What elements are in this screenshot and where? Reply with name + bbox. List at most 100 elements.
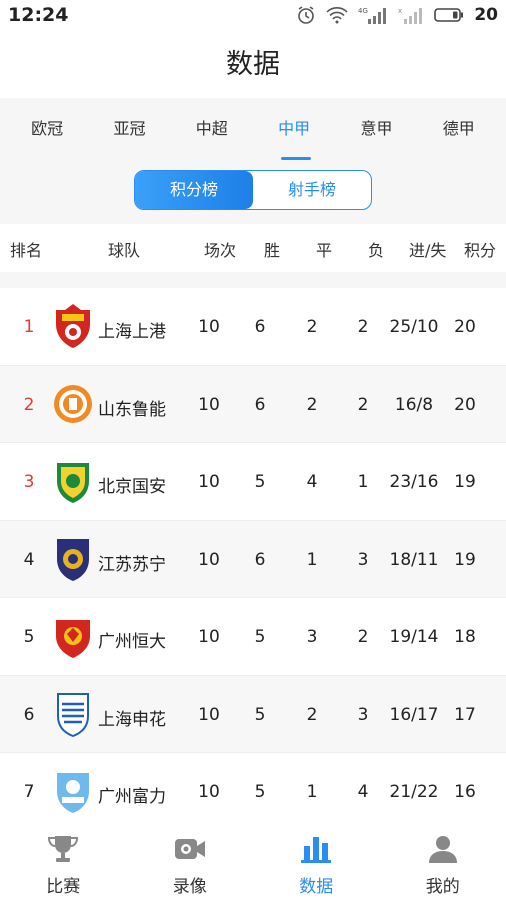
table-row[interactable]: 3 北京国安 10 5 4 1 23/16 19 [0,443,506,521]
header-loss: 负 [368,241,385,260]
row-draw: 1 [306,782,318,802]
row-draw: 2 [306,394,318,415]
wifi-icon [326,7,348,24]
row-team: 广州富力 [98,787,166,807]
row-draw: 3 [306,627,318,647]
status-bar: 12:24 4G x 20 [0,0,506,32]
row-goals: 16/8 [394,394,434,415]
nav-video[interactable]: 录像 [127,824,254,900]
nav-video-label: 录像 [172,877,207,897]
row-team: 上海上港 [98,322,166,342]
shanghai-sipg-logo-icon [56,304,90,348]
guangzhou-evergrande-logo-icon [56,620,90,658]
nav-match-label: 比赛 [46,877,81,897]
header-played: 场次 [204,241,237,260]
row-win: 5 [254,472,266,492]
standings-segment[interactable]: 积分榜 [135,171,253,209]
nav-match[interactable]: 比赛 [0,824,127,900]
row-loss: 3 [357,704,369,725]
row-points: 20 [454,317,476,337]
tab-acl[interactable]: 亚冠 [99,98,159,164]
status-time: 12:24 [8,4,69,26]
row-loss: 2 [357,317,369,337]
row-team: 北京国安 [98,477,166,497]
tab-serie-a[interactable]: 意甲 [346,98,406,164]
row-team: 广州恒大 [98,632,166,652]
alarm-icon [298,6,315,24]
row-goals: 21/22 [389,782,439,802]
row-goals: 16/17 [389,704,439,725]
row-played: 10 [198,627,220,647]
row-team: 江苏苏宁 [98,554,166,575]
tab-china-league-one[interactable]: 中甲 [264,98,324,164]
jiangsu-suning-logo-icon [57,538,89,581]
row-points: 19 [454,549,476,570]
table-row[interactable]: 7 广州富力 10 5 1 4 21/22 16 [0,753,506,831]
page-title: 数据 [226,49,280,80]
row-draw: 2 [306,317,318,337]
status-icons: 4G x 20 [296,5,498,25]
user-icon [428,836,457,863]
row-win: 5 [254,782,266,802]
row-loss: 2 [357,627,369,647]
row-loss: 3 [357,549,369,570]
row-loss: 2 [357,394,369,415]
header-team: 球队 [108,241,141,260]
standings-scorers-toggle: 积分榜 射手榜 [134,170,372,210]
row-points: 17 [454,704,476,725]
row-points: 20 [454,394,476,415]
standings-table: 1 上海上港 10 6 2 2 25/10 20 2 山东鲁能 10 6 2 2… [0,288,506,831]
battery-level: 20 [474,5,498,25]
row-played: 10 [198,394,220,415]
shandong-luneng-logo-icon [54,384,92,423]
row-played: 10 [198,549,220,570]
header-points: 积分 [464,241,497,260]
table-row[interactable]: 5 广州恒大 10 5 3 2 19/14 18 [0,598,506,676]
row-draw: 4 [306,472,318,492]
tab-csl[interactable]: 中超 [182,98,242,164]
table-row[interactable]: 4 江苏苏宁 10 6 1 3 18/11 19 [0,520,506,598]
header-win: 胜 [264,241,281,260]
row-goals: 25/10 [389,317,439,337]
row-rank: 4 [23,549,35,570]
row-played: 10 [198,704,220,725]
table-row[interactable]: 2 山东鲁能 10 6 2 2 16/8 20 [0,365,506,443]
row-rank: 5 [23,627,35,647]
table-row[interactable]: 6 上海申花 10 5 2 3 16/17 17 [0,675,506,753]
row-rank: 6 [23,704,35,725]
nav-data[interactable]: 数据 [253,824,380,900]
row-draw: 1 [306,549,318,570]
signal-empty-icon: x [398,7,423,24]
scorers-segment[interactable]: 射手榜 [253,171,371,209]
header-goals: 进/失 [409,241,447,260]
row-win: 6 [254,549,266,570]
row-played: 10 [198,782,220,802]
row-win: 5 [254,704,266,725]
row-rank: 7 [23,782,35,802]
nav-mine-label: 我的 [425,877,460,897]
nav-mine[interactable]: 我的 [380,824,506,900]
table-header: 排名 球队 场次 胜 平 负 进/失 积分 [0,224,506,272]
row-goals: 19/14 [389,627,439,647]
league-tabs: 欧冠 亚冠 中超 中甲 意甲 德甲 [0,98,506,164]
tab-bundesliga[interactable]: 德甲 [429,98,489,164]
row-played: 10 [198,472,220,492]
signal-4g-icon: 4G [358,7,387,24]
league-filter-area: 欧冠 亚冠 中超 中甲 意甲 德甲 积分榜 射手榜 [0,98,506,224]
row-win: 6 [254,317,266,337]
row-win: 6 [254,394,266,415]
header-rank: 排名 [10,241,43,260]
tab-ucl[interactable]: 欧冠 [17,98,77,164]
table-row[interactable]: 1 上海上港 10 6 2 2 25/10 20 [0,288,506,366]
video-camera-icon [174,839,205,859]
nav-data-label: 数据 [299,877,334,897]
beijing-guoan-logo-icon [57,463,89,503]
svg-text:4G: 4G [358,7,368,15]
trophy-icon [48,836,79,862]
row-team: 上海申花 [98,709,166,730]
row-goals: 23/16 [389,472,439,492]
svg-text:x: x [398,7,402,15]
row-draw: 2 [306,704,318,725]
row-loss: 4 [357,782,369,802]
bar-chart-icon [301,837,332,863]
